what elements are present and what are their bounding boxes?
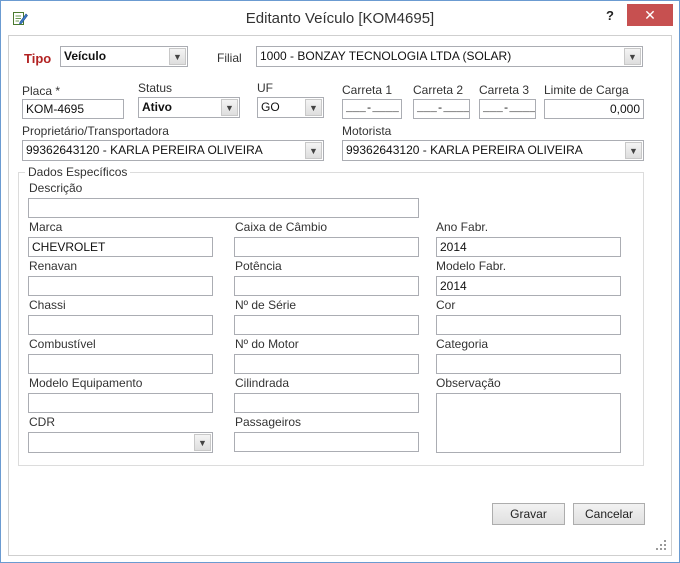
uf-value: GO (261, 100, 280, 114)
ano-fabricacao-field[interactable]: 2014 (436, 237, 621, 257)
chevron-down-icon: ▼ (625, 142, 642, 159)
proprietario-value: 99362643120 - KARLA PEREIRA OLIVEIRA (26, 143, 263, 157)
numero-serie-field[interactable] (234, 315, 419, 335)
carreta1-label: Carreta 1 (342, 83, 393, 97)
carreta3-label: Carreta 3 (479, 83, 530, 97)
filial-select[interactable]: 1000 - BONZAY TECNOLOGIA LTDA (SOLAR) ▼ (256, 46, 643, 67)
cor-field[interactable] (436, 315, 621, 335)
filial-label: Filial (217, 51, 242, 65)
carreta2-label: Carreta 2 (413, 83, 464, 97)
uf-label: UF (257, 81, 273, 95)
descricao-field[interactable] (28, 198, 419, 218)
observacao-label: Observação (436, 376, 501, 390)
cdr-select[interactable]: ▼ (28, 432, 213, 453)
cor-label: Cor (436, 298, 456, 312)
resize-grip-icon[interactable] (655, 539, 667, 551)
chevron-down-icon: ▼ (305, 99, 322, 116)
motorista-value: 99362643120 - KARLA PEREIRA OLIVEIRA (346, 143, 583, 157)
marca-field[interactable]: CHEVROLET (28, 237, 213, 257)
categoria-label: Categoria (436, 337, 489, 351)
chassi-label: Chassi (29, 298, 66, 312)
renavan-label: Renavan (29, 259, 78, 273)
proprietario-label: Proprietário/Transportadora (22, 124, 169, 138)
cdr-label: CDR (29, 415, 55, 429)
dados-especificos-legend: Dados Específicos (28, 165, 128, 179)
chevron-down-icon: ▼ (624, 48, 641, 65)
status-label: Status (138, 81, 173, 95)
observacao-textarea[interactable] (436, 393, 621, 453)
modelo-equipamento-field[interactable] (28, 393, 213, 413)
combustivel-field[interactable] (28, 354, 213, 374)
cilindrada-label: Cilindrada (235, 376, 290, 390)
descricao-label: Descrição (29, 181, 83, 195)
chevron-down-icon: ▼ (305, 142, 322, 159)
tipo-label: Tipo (24, 51, 52, 66)
status-value: Ativo (142, 100, 172, 114)
cancelar-button[interactable]: Cancelar (573, 503, 645, 525)
carreta1-field[interactable]: ___-____ (342, 99, 402, 119)
dialog-body: Tipo Veículo ▼ Filial 1000 - BONZAY TECN… (8, 35, 672, 556)
dialog-window: Editanto Veículo [KOM4695] ? ✕ Tipo Veíc… (0, 0, 680, 563)
help-button[interactable]: ? (597, 6, 623, 26)
caixa-cambio-field[interactable] (234, 237, 419, 257)
chevron-down-icon: ▼ (221, 99, 238, 116)
carreta2-field[interactable]: ___-____ (413, 99, 470, 119)
uf-select[interactable]: GO ▼ (257, 97, 324, 118)
numero-motor-field[interactable] (234, 354, 419, 374)
chevron-down-icon: ▼ (194, 434, 211, 451)
combustivel-label: Combustível (29, 337, 96, 351)
caixa-cambio-label: Caixa de Câmbio (235, 220, 328, 234)
close-button[interactable]: ✕ (627, 4, 673, 26)
passageiros-field[interactable] (234, 432, 419, 452)
limite-carga-field[interactable]: 0,000 (544, 99, 644, 119)
renavan-field[interactable] (28, 276, 213, 296)
ano-fabricacao-label: Ano Fabr. (436, 220, 489, 234)
placa-label: Placa * (22, 84, 61, 98)
limite-carga-label: Limite de Carga (544, 83, 629, 97)
marca-label: Marca (29, 220, 63, 234)
potencia-label: Potência (235, 259, 282, 273)
tipo-select[interactable]: Veículo ▼ (60, 46, 188, 67)
numero-serie-label: Nº de Série (235, 298, 297, 312)
proprietario-select[interactable]: 99362643120 - KARLA PEREIRA OLIVEIRA ▼ (22, 140, 324, 161)
numero-motor-label: Nº do Motor (235, 337, 299, 351)
chevron-down-icon: ▼ (169, 48, 186, 65)
chassi-field[interactable] (28, 315, 213, 335)
gravar-button[interactable]: Gravar (492, 503, 565, 525)
modelo-equipamento-label: Modelo Equipamento (29, 376, 143, 390)
modelo-fabricacao-label: Modelo Fabr. (436, 259, 507, 273)
potencia-field[interactable] (234, 276, 419, 296)
title-bar[interactable]: Editanto Veículo [KOM4695] ? ✕ (1, 1, 679, 35)
motorista-select[interactable]: 99362643120 - KARLA PEREIRA OLIVEIRA ▼ (342, 140, 644, 161)
filial-value: 1000 - BONZAY TECNOLOGIA LTDA (SOLAR) (260, 49, 512, 63)
motorista-label: Motorista (342, 124, 392, 138)
carreta3-field[interactable]: ___-____ (479, 99, 536, 119)
window-title: Editanto Veículo [KOM4695] (245, 10, 435, 27)
passageiros-label: Passageiros (235, 415, 302, 429)
tipo-value: Veículo (64, 49, 107, 63)
cilindrada-field[interactable] (234, 393, 419, 413)
categoria-field[interactable] (436, 354, 621, 374)
placa-field[interactable]: KOM-4695 (22, 99, 124, 119)
modelo-fabricacao-field[interactable]: 2014 (436, 276, 621, 296)
status-select[interactable]: Ativo ▼ (138, 97, 240, 118)
